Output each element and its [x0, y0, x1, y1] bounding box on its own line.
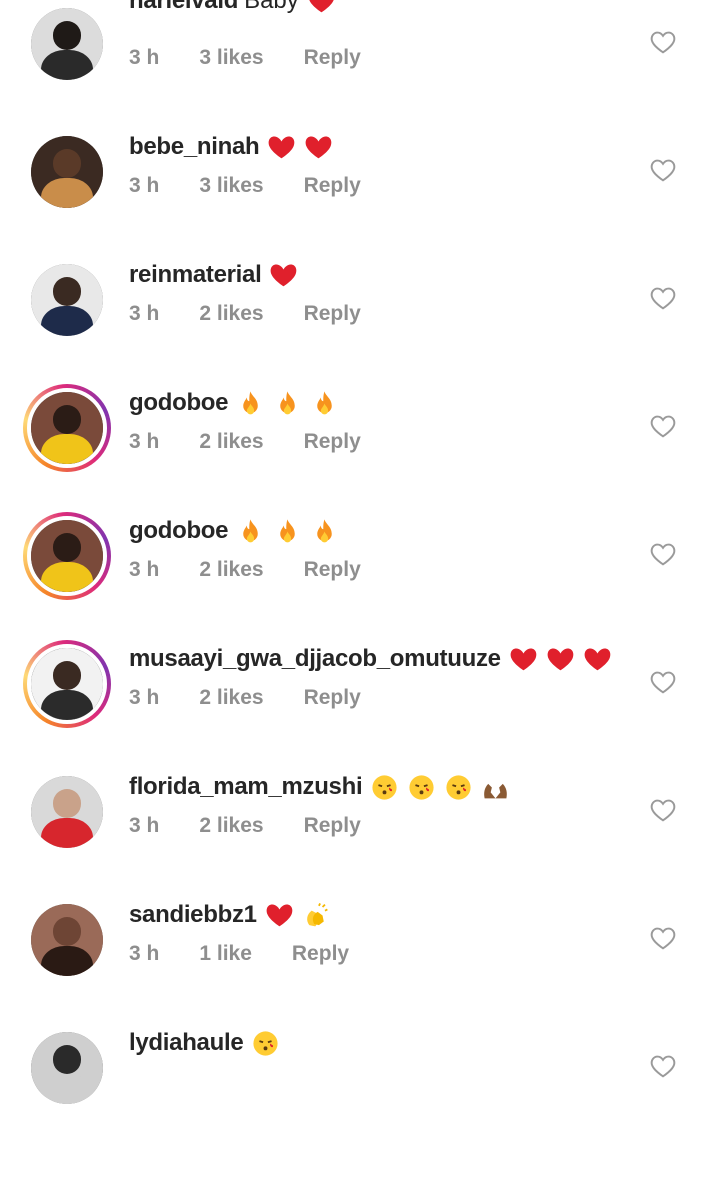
heart-outline-icon[interactable]: [650, 286, 676, 310]
heart-outline-icon[interactable]: [650, 1054, 676, 1078]
reply-button[interactable]: Reply: [304, 814, 361, 838]
reply-button[interactable]: Reply: [304, 686, 361, 710]
comments-list: narielvaid Baby 3 h 3 likes Reply bebe_n…: [0, 0, 718, 1104]
avatar-story-ring[interactable]: [23, 640, 111, 728]
clapping-hands-emoji-icon: [298, 901, 331, 930]
comment-row: lydiahaule: [0, 1029, 718, 1196]
comment-likes-count[interactable]: 3 likes: [199, 174, 263, 198]
heart-outline-icon[interactable]: [650, 30, 676, 54]
avatar[interactable]: [31, 776, 103, 848]
kiss-emoji-icon: [247, 1029, 280, 1058]
heart-emoji-icon: [265, 261, 298, 290]
avatar[interactable]: [31, 136, 103, 208]
reply-button[interactable]: Reply: [304, 558, 361, 582]
comment-username[interactable]: godoboe: [129, 389, 229, 417]
reply-button[interactable]: Reply: [292, 942, 349, 966]
fire-emoji-icon: [269, 517, 302, 546]
heart-emoji-icon: [263, 133, 296, 162]
comment-time: 3 h: [129, 174, 160, 197]
kiss-emoji-icon: [440, 773, 473, 802]
comment-username[interactable]: godoboe: [129, 517, 229, 545]
fire-emoji-icon: [306, 389, 339, 418]
reply-button[interactable]: Reply: [304, 174, 361, 198]
heart-outline-icon[interactable]: [650, 798, 676, 822]
comment-row: sandiebbz1 3 h 1 like Reply: [0, 901, 718, 1068]
raised-hands-emoji-icon: [477, 773, 510, 802]
heart-emoji-icon: [579, 645, 612, 674]
reply-button[interactable]: Reply: [304, 430, 361, 454]
avatar[interactable]: [31, 1032, 103, 1104]
comment-username[interactable]: narielvaid: [129, 0, 238, 15]
avatar[interactable]: [31, 264, 103, 336]
heart-outline-icon[interactable]: [650, 158, 676, 182]
reply-button[interactable]: Reply: [304, 302, 361, 326]
avatar-story-ring[interactable]: [23, 384, 111, 472]
fire-emoji-icon: [232, 517, 265, 546]
comment-time: 3 h: [129, 558, 160, 581]
kiss-emoji-icon: [403, 773, 436, 802]
comment-likes-count[interactable]: 2 likes: [199, 686, 263, 710]
comment-likes-count[interactable]: 2 likes: [199, 430, 263, 454]
comment-username[interactable]: lydiahaule: [129, 1029, 244, 1057]
avatar-story-ring[interactable]: [23, 512, 111, 600]
comment-username[interactable]: reinmaterial: [129, 261, 262, 289]
comment-username[interactable]: musaayi_gwa_djjacob_omutuuze: [129, 645, 501, 673]
heart-emoji-icon: [303, 0, 336, 16]
comment-username[interactable]: florida_mam_mzushi: [129, 773, 363, 801]
reply-button[interactable]: Reply: [304, 46, 361, 70]
heart-emoji-icon: [261, 901, 294, 930]
comment-text: Baby: [244, 0, 299, 14]
comment-likes-count[interactable]: 2 likes: [199, 814, 263, 838]
kiss-emoji-icon: [366, 773, 399, 802]
comment-time: 3 h: [129, 46, 160, 69]
heart-emoji-icon: [505, 645, 538, 674]
fire-emoji-icon: [232, 389, 265, 418]
avatar[interactable]: [31, 8, 103, 80]
heart-outline-icon[interactable]: [650, 670, 676, 694]
avatar[interactable]: [31, 904, 103, 976]
comment-username[interactable]: bebe_ninah: [129, 133, 260, 161]
comment-likes-count[interactable]: 2 likes: [199, 558, 263, 582]
comment-time: 3 h: [129, 430, 160, 453]
comment-likes-count[interactable]: 1 like: [199, 942, 252, 966]
comment-time: 3 h: [129, 302, 160, 325]
heart-outline-icon[interactable]: [650, 926, 676, 950]
comment-likes-count[interactable]: 2 likes: [199, 302, 263, 326]
comment-time: 3 h: [129, 686, 160, 709]
heart-emoji-icon: [542, 645, 575, 674]
fire-emoji-icon: [306, 517, 339, 546]
comment-time: 3 h: [129, 814, 160, 837]
heart-outline-icon[interactable]: [650, 542, 676, 566]
fire-emoji-icon: [269, 389, 302, 418]
heart-emoji-icon: [300, 133, 333, 162]
heart-outline-icon[interactable]: [650, 414, 676, 438]
comment-time: 3 h: [129, 942, 160, 965]
comment-likes-count[interactable]: 3 likes: [199, 46, 263, 70]
comment-row: florida_mam_mzushi 3 h 2 likes Reply: [0, 773, 718, 940]
comment-username[interactable]: sandiebbz1: [129, 901, 257, 929]
